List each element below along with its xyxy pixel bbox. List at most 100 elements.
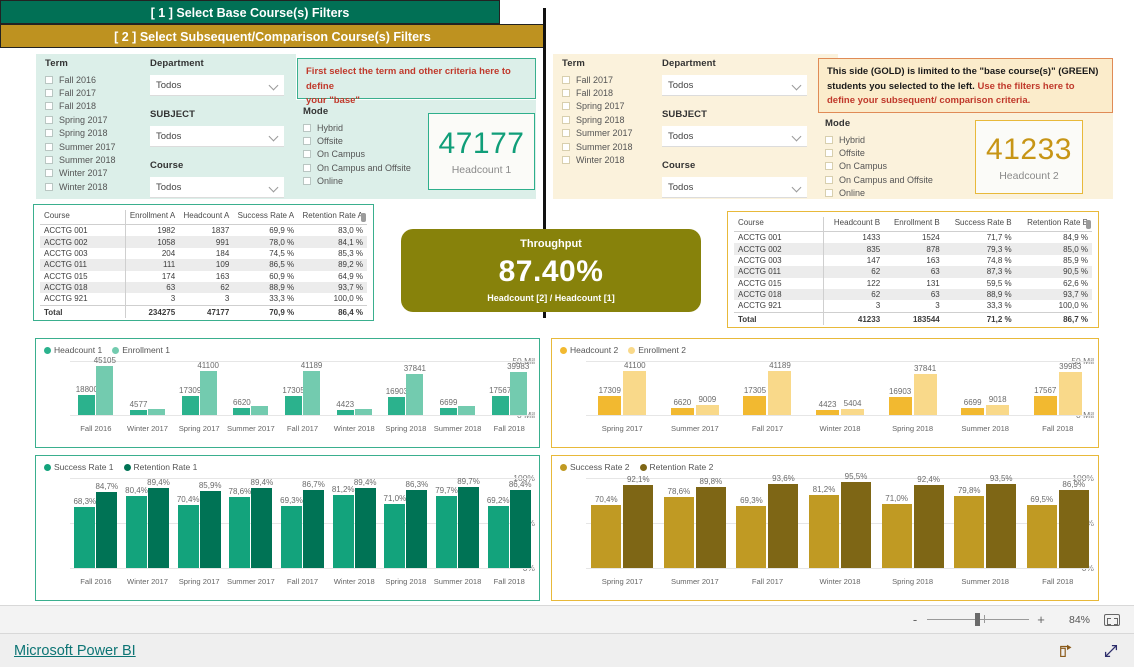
chart-headcount-enrollment-2[interactable]: Headcount 2 Enrollment 2 0 Mil 50 Mil 1730… bbox=[551, 338, 1099, 448]
bar[interactable] bbox=[148, 409, 165, 415]
bar-group[interactable]: 17305 41189 bbox=[731, 361, 804, 415]
right-mode-option[interactable]: Offsite bbox=[825, 146, 965, 159]
table-b[interactable]: Course Headcount B Enrollment B Success … bbox=[727, 211, 1099, 328]
checkbox-icon[interactable] bbox=[45, 156, 53, 165]
footer-actions[interactable] bbox=[1058, 642, 1120, 660]
bar[interactable]: 81,2% bbox=[809, 485, 840, 568]
left-term-option[interactable]: Summer 2017 bbox=[45, 140, 145, 153]
bar[interactable]: 4577 bbox=[130, 400, 147, 415]
bar[interactable]: 89,4% bbox=[251, 478, 273, 568]
checkbox-icon[interactable] bbox=[45, 142, 53, 151]
left-term-option[interactable]: Winter 2017 bbox=[45, 167, 145, 180]
bar-group[interactable]: 69,2% 86,4% bbox=[483, 478, 535, 568]
column-header[interactable]: Retention Rate A bbox=[298, 210, 367, 225]
column-header[interactable]: Headcount B bbox=[823, 217, 885, 232]
left-mode-slicer[interactable]: Mode Hybrid Offsite On Campus On Campus … bbox=[303, 106, 423, 188]
bar[interactable]: 80,4% bbox=[125, 486, 148, 568]
bar[interactable]: 86,4% bbox=[509, 480, 532, 568]
bar[interactable]: 16903 bbox=[386, 387, 408, 415]
right-term-option[interactable]: Winter 2018 bbox=[562, 153, 662, 166]
right-mode-option[interactable]: On Campus and Offsite bbox=[825, 173, 965, 186]
bar-group[interactable]: 17305 41189 bbox=[277, 361, 329, 415]
bar-group[interactable]: 17309 41100 bbox=[586, 361, 659, 415]
chevron-down-icon[interactable] bbox=[791, 80, 802, 91]
checkbox-icon[interactable] bbox=[303, 150, 311, 159]
legend-item[interactable]: Enrollment 1 bbox=[112, 345, 170, 355]
left-term-options[interactable]: Fall 2016 Fall 2017 Fall 2018 Spring 201… bbox=[45, 73, 145, 194]
bar-group[interactable]: 79,8% 93,5% bbox=[949, 474, 1022, 568]
zoom-slider-thumb[interactable] bbox=[975, 613, 980, 626]
bar-group[interactable]: 16903 37841 bbox=[876, 361, 949, 415]
checkbox-icon[interactable] bbox=[45, 182, 53, 191]
right-term-option[interactable]: Fall 2017 bbox=[562, 73, 662, 86]
bar-group[interactable]: 4577 bbox=[122, 361, 174, 415]
checkbox-icon[interactable] bbox=[303, 123, 311, 132]
table-row[interactable]: ACCTG 003 147 163 74,8 % 85,9 % bbox=[734, 254, 1092, 267]
left-dropdown-group[interactable]: Department Todos SUBJECT Todos Course To… bbox=[150, 58, 284, 198]
bar-group[interactable]: 69,3% 86,7% bbox=[277, 478, 329, 568]
bar-group[interactable]: 71,0% 92,4% bbox=[876, 475, 949, 568]
chevron-down-icon[interactable] bbox=[268, 80, 279, 91]
table-row[interactable]: ACCTG 002 835 878 79,3 % 85,0 % bbox=[734, 243, 1092, 255]
chart-3-legend[interactable]: Success Rate 1 Retention Rate 1 bbox=[36, 456, 539, 472]
chevron-down-icon[interactable] bbox=[268, 131, 279, 142]
bar[interactable]: 69,5% bbox=[1026, 495, 1057, 568]
checkbox-icon[interactable] bbox=[303, 163, 311, 172]
bar[interactable]: 89,4% bbox=[354, 478, 377, 568]
bar[interactable]: 41100 bbox=[197, 361, 219, 415]
bar[interactable]: 70,4% bbox=[591, 495, 622, 568]
bar[interactable]: 93,6% bbox=[768, 474, 799, 568]
right-term-options[interactable]: Fall 2017 Fall 2018 Spring 2017 Spring 2… bbox=[562, 73, 662, 167]
table-row[interactable]: ACCTG 001 1982 1837 69,9 % 83,0 % bbox=[40, 224, 367, 237]
table-row[interactable]: ACCTG 003 204 184 74,5 % 85,3 % bbox=[40, 247, 367, 260]
table-row[interactable]: ACCTG 018 62 63 88,9 % 93,7 % bbox=[734, 288, 1092, 301]
chart-headcount-enrollment-1[interactable]: Headcount 1 Enrollment 1 0 Mil50 Mil1880… bbox=[35, 338, 540, 448]
right-term-option[interactable]: Spring 2017 bbox=[562, 100, 662, 113]
bar[interactable]: 69,3% bbox=[736, 496, 767, 568]
right-term-slicer[interactable]: Term Fall 2017 Fall 2018 Spring 2017 Spr… bbox=[562, 58, 662, 167]
right-term-option[interactable]: Spring 2018 bbox=[562, 113, 662, 126]
zoom-in-button[interactable]: + bbox=[1036, 612, 1046, 627]
checkbox-icon[interactable] bbox=[45, 102, 53, 111]
right-mode-options[interactable]: Hybrid Offsite On Campus On Campus and O… bbox=[825, 133, 965, 200]
bar[interactable]: 86,7% bbox=[302, 480, 325, 568]
table-row[interactable]: ACCTG 018 63 62 88,9 % 93,7 % bbox=[40, 281, 367, 294]
bar[interactable]: 78,6% bbox=[663, 487, 694, 568]
bar-group[interactable]: 17567 39983 bbox=[1021, 361, 1094, 415]
chevron-down-icon[interactable] bbox=[791, 182, 802, 193]
bar[interactable]: 6620 bbox=[670, 398, 694, 415]
bar-group[interactable]: 78,6% 89,4% bbox=[225, 478, 277, 568]
bar-group[interactable]: 68,3% 84,7% bbox=[70, 478, 122, 568]
bar[interactable]: 6699 bbox=[961, 398, 985, 415]
bar[interactable]: 17305 bbox=[743, 386, 767, 415]
column-header[interactable]: Retention Rate B bbox=[1015, 217, 1092, 232]
left-term-option[interactable]: Fall 2017 bbox=[45, 86, 145, 99]
bar[interactable]: 17309 bbox=[598, 386, 622, 415]
bar-group[interactable]: 6620 bbox=[225, 361, 277, 415]
checkbox-icon[interactable] bbox=[562, 102, 570, 111]
bar[interactable]: 86,3% bbox=[406, 480, 428, 568]
column-header[interactable]: Headcount A bbox=[179, 210, 234, 225]
bar[interactable]: 71,0% bbox=[384, 494, 406, 568]
bar[interactable] bbox=[354, 409, 372, 415]
bar-group[interactable]: 6699 9018 bbox=[949, 361, 1022, 415]
chart-4-legend[interactable]: Success Rate 2 Retention Rate 2 bbox=[552, 456, 1098, 472]
right-mode-option[interactable]: On Campus bbox=[825, 160, 965, 173]
chart-1-legend[interactable]: Headcount 1 Enrollment 1 bbox=[36, 339, 539, 355]
bar-group[interactable]: 69,5% 86,9% bbox=[1021, 478, 1094, 568]
table-row[interactable]: ACCTG 011 62 63 87,3 % 90,5 % bbox=[734, 266, 1092, 278]
bar-group[interactable]: 79,7% 89,7% bbox=[432, 477, 484, 568]
bar[interactable]: 41189 bbox=[301, 361, 322, 415]
bar[interactable]: 18800 bbox=[76, 385, 98, 415]
checkbox-icon[interactable] bbox=[825, 135, 833, 144]
bar-group[interactable]: 16903 37841 bbox=[380, 361, 432, 415]
checkbox-icon[interactable] bbox=[45, 115, 53, 124]
bar-group[interactable]: 4423 bbox=[328, 361, 380, 415]
table-row[interactable]: ACCTG 015 174 163 60,9 % 64,9 % bbox=[40, 270, 367, 282]
bar[interactable]: 41100 bbox=[623, 361, 647, 415]
bar[interactable]: 37841 bbox=[404, 364, 426, 415]
bar-group[interactable]: 70,4% 85,9% bbox=[173, 478, 225, 568]
table-b-scrollbar[interactable] bbox=[1086, 220, 1091, 229]
legend-item[interactable]: Success Rate 2 bbox=[560, 462, 630, 472]
bar[interactable]: 9009 bbox=[695, 395, 719, 415]
